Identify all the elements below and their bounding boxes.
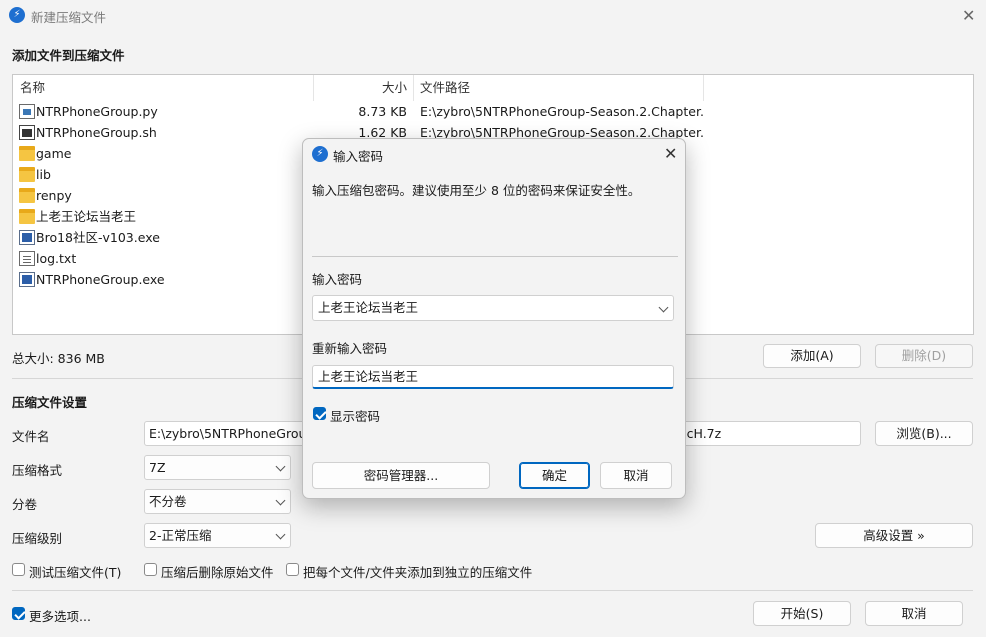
window-title: 新建压缩文件 xyxy=(31,10,107,25)
test-archive-label: 测试压缩文件(T) xyxy=(29,565,122,580)
level-select[interactable]: 2-正常压缩 xyxy=(144,523,291,548)
file-path: E:\zybro\5NTRPhoneGroup-Season.2.Chapter… xyxy=(420,104,705,119)
folder-icon xyxy=(19,188,35,203)
password-input[interactable]: 上老王论坛当老王 xyxy=(312,295,674,321)
file-name: lib xyxy=(36,167,51,182)
show-password-checkbox[interactable] xyxy=(313,407,326,420)
file-size: 8.73 KB xyxy=(358,104,407,119)
file-name: Bro18社区-v103.exe xyxy=(36,230,160,245)
column-header-name[interactable]: 名称 xyxy=(13,75,314,101)
folder-icon xyxy=(19,146,35,161)
chevron-down-icon xyxy=(275,461,286,472)
file-name: NTRPhoneGroup.exe xyxy=(36,272,165,287)
files-section-title: 添加文件到压缩文件 xyxy=(12,48,125,63)
close-icon[interactable]: ✕ xyxy=(962,8,975,24)
cancel-button[interactable]: 取消 xyxy=(865,601,963,626)
chevron-down-icon xyxy=(275,529,286,540)
level-value: 2-正常压缩 xyxy=(149,528,212,543)
dialog-cancel-button[interactable]: 取消 xyxy=(600,462,672,489)
split-select[interactable]: 不分卷 xyxy=(144,489,291,514)
file-name: 上老王论坛当老王 xyxy=(36,209,137,224)
add-button[interactable]: 添加(A) xyxy=(763,344,861,368)
settings-section-title: 压缩文件设置 xyxy=(12,395,88,410)
split-value: 不分卷 xyxy=(149,494,187,509)
separate-archives-checkbox[interactable] xyxy=(286,563,299,576)
file-name: NTRPhoneGroup.py xyxy=(36,104,158,119)
split-label: 分卷 xyxy=(12,497,38,512)
start-button[interactable]: 开始(S) xyxy=(753,601,851,626)
password-label: 输入密码 xyxy=(312,272,363,287)
password-dialog: ⚡ 输入密码 ✕ 输入压缩包密码。建议使用至少 8 位的密码来保证安全性。 输入… xyxy=(302,138,686,499)
format-value: 7Z xyxy=(149,460,166,475)
column-header-size[interactable]: 大小 xyxy=(314,75,414,101)
title-bar: ⚡ 新建压缩文件 ✕ xyxy=(0,0,986,32)
exe-file-icon xyxy=(19,230,35,245)
folder-icon xyxy=(19,167,35,182)
password-value: 上老王论坛当老王 xyxy=(318,300,419,315)
level-label: 压缩级别 xyxy=(12,531,63,546)
ok-button[interactable]: 确定 xyxy=(519,462,590,489)
divider xyxy=(312,256,678,257)
more-options-label: 更多选项... xyxy=(29,609,91,624)
confirm-password-label: 重新输入密码 xyxy=(312,341,388,356)
exe-file-icon xyxy=(19,272,35,287)
format-label: 压缩格式 xyxy=(12,463,63,478)
dialog-title: 输入密码 xyxy=(333,149,384,164)
file-name: NTRPhoneGroup.sh xyxy=(36,125,157,140)
app-logo-icon: ⚡ xyxy=(312,146,328,162)
confirm-password-value: 上老王论坛当老王 xyxy=(318,369,419,384)
more-options-checkbox[interactable] xyxy=(12,607,25,620)
filename-value: E:\zybro\5NTRPhoneGroup xyxy=(149,426,315,441)
chevron-down-icon xyxy=(275,495,286,506)
advanced-settings-button[interactable]: 高级设置 » xyxy=(815,523,973,548)
shell-file-icon xyxy=(19,125,35,140)
file-name: renpy xyxy=(36,188,72,203)
file-name: game xyxy=(36,146,72,161)
dialog-description: 输入压缩包密码。建议使用至少 8 位的密码来保证安全性。 xyxy=(312,183,641,198)
text-file-icon xyxy=(19,251,35,266)
delete-button[interactable]: 删除(D) xyxy=(875,344,973,368)
format-select[interactable]: 7Z xyxy=(144,455,291,480)
total-size: 总大小: 836 MB xyxy=(12,351,105,366)
confirm-password-input[interactable]: 上老王论坛当老王 xyxy=(312,365,674,389)
python-file-icon xyxy=(19,104,35,119)
close-icon[interactable]: ✕ xyxy=(664,146,677,162)
delete-source-label: 压缩后删除原始文件 xyxy=(161,565,274,580)
show-password-label: 显示密码 xyxy=(330,409,381,424)
chevron-down-icon[interactable] xyxy=(658,302,669,313)
divider xyxy=(12,590,973,591)
test-archive-checkbox[interactable] xyxy=(12,563,25,576)
column-header-path[interactable]: 文件路径 xyxy=(414,75,704,101)
app-logo-icon: ⚡ xyxy=(9,7,25,23)
file-name: log.txt xyxy=(36,251,77,266)
separate-archives-label: 把每个文件/文件夹添加到独立的压缩文件 xyxy=(303,565,533,580)
folder-icon xyxy=(19,209,35,224)
browse-button[interactable]: 浏览(B)... xyxy=(875,421,973,446)
delete-source-checkbox[interactable] xyxy=(144,563,157,576)
filename-label: 文件名 xyxy=(12,429,50,444)
table-row[interactable]: NTRPhoneGroup.py 8.73 KB E:\zybro\5NTRPh… xyxy=(13,101,973,122)
password-manager-button[interactable]: 密码管理器... xyxy=(312,462,490,489)
